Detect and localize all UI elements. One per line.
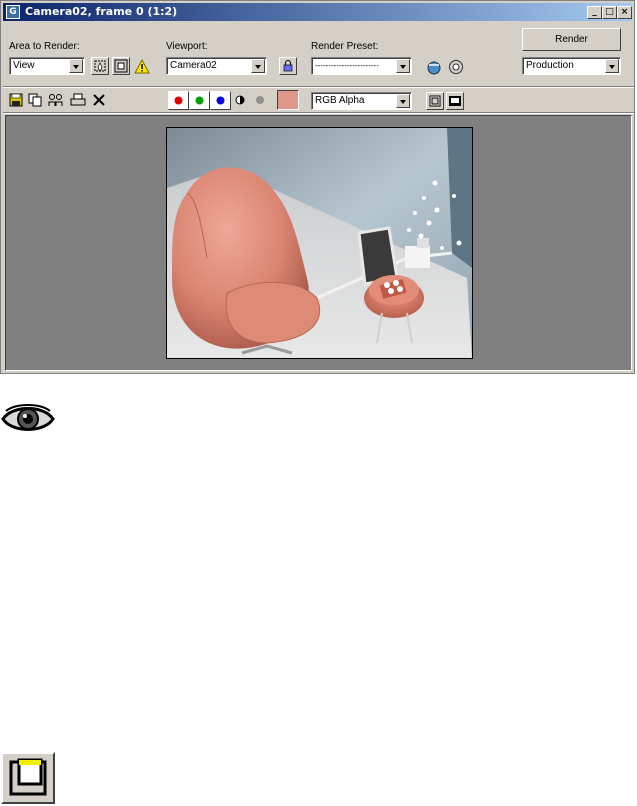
green-dot-icon [195, 96, 204, 105]
area-to-render-value: View [13, 60, 35, 71]
window-title: Camera02, frame 0 (1:2) [25, 5, 178, 18]
render-viewport[interactable] [5, 115, 632, 371]
clone-window-icon[interactable] [48, 93, 64, 109]
region-hand-icon [94, 60, 106, 72]
alpha-channel-icon[interactable] [253, 93, 269, 109]
toolbar-divider [3, 112, 634, 114]
blue-dot-icon [216, 96, 225, 105]
toolbar-divider [3, 86, 634, 88]
environment-icon[interactable] [426, 59, 442, 75]
color-swatch[interactable] [277, 90, 299, 110]
lock-icon [283, 60, 293, 72]
chevron-down-icon [69, 59, 83, 73]
save-icon[interactable] [9, 93, 25, 109]
app-icon: G [6, 5, 20, 19]
overlay-icon [429, 95, 441, 107]
toggle-ui-overlay-button[interactable] [426, 92, 444, 110]
viewport-select[interactable]: Camera02 [166, 57, 267, 75]
title-bar[interactable]: G Camera02, frame 0 (1:2) _ □ × [3, 3, 632, 21]
print-icon[interactable] [70, 93, 86, 109]
area-to-render-select[interactable]: View [9, 57, 85, 75]
red-channel-button[interactable] [168, 91, 189, 110]
region-frame-icon [114, 59, 128, 73]
channel-display-value: RGB Alpha [315, 95, 365, 106]
green-channel-button[interactable] [189, 91, 210, 110]
copy-icon[interactable] [28, 93, 44, 109]
rendered-image [166, 127, 473, 359]
channel-display-select[interactable]: RGB Alpha [311, 92, 412, 110]
toggle-ui-button[interactable] [446, 92, 464, 110]
viewport-label: Viewport: [166, 41, 208, 52]
quality-value: Production [526, 60, 574, 71]
chevron-down-icon [396, 94, 410, 108]
eye-icon [0, 401, 56, 440]
warning-icon [134, 58, 150, 75]
maximize-button[interactable]: □ [602, 6, 617, 19]
chevron-down-icon [396, 59, 410, 73]
rendered-scene [167, 128, 472, 358]
render-setup-icon[interactable] [448, 59, 464, 75]
auto-region-button[interactable] [112, 57, 130, 75]
close-button[interactable]: × [617, 6, 632, 19]
chevron-down-icon [605, 59, 619, 73]
lock-viewport-button[interactable] [279, 57, 297, 75]
enlarged-region-frame-icon [1, 752, 55, 804]
render-button[interactable]: Render [522, 28, 621, 51]
viewport-value: Camera02 [170, 60, 217, 71]
mono-channel-icon[interactable] [233, 93, 249, 109]
quality-select[interactable]: Production [522, 57, 621, 75]
clear-icon[interactable] [92, 93, 108, 109]
display-icon [449, 96, 461, 106]
area-to-render-label: Area to Render: [9, 41, 80, 52]
render-preset-value: ------------------------ [315, 61, 379, 70]
chevron-down-icon [251, 59, 265, 73]
render-frame-window: G Camera02, frame 0 (1:2) _ □ × Area to … [0, 0, 635, 374]
minimize-button[interactable]: _ [587, 6, 602, 19]
red-dot-icon [174, 96, 183, 105]
render-preset-select[interactable]: ------------------------ [311, 57, 412, 75]
blue-channel-button[interactable] [210, 91, 231, 110]
render-preset-label: Render Preset: [311, 41, 379, 52]
edit-region-button[interactable] [91, 57, 109, 75]
